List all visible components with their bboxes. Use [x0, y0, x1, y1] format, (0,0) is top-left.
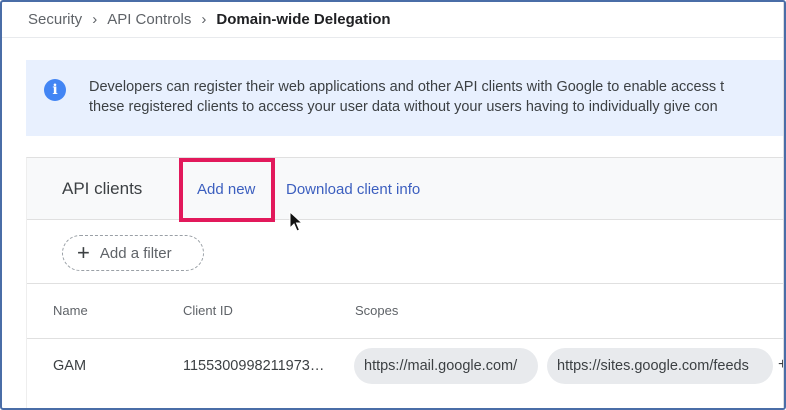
app-window: Security › API Controls › Domain-wide De… [0, 0, 786, 410]
info-icon: i [44, 79, 66, 101]
cell-name: GAM [53, 358, 87, 374]
add-filter-button[interactable]: + Add a filter [62, 235, 204, 271]
chevron-right-icon: › [92, 11, 98, 28]
cell-client-id: 1155300998211973… [183, 358, 325, 374]
chevron-right-icon: › [201, 11, 207, 28]
scope-chip: https://mail.google.com/ [354, 348, 538, 384]
breadcrumb-item-security[interactable]: Security [28, 11, 82, 28]
api-clients-card: API clients Add new Download client info… [26, 157, 784, 408]
scope-chip: https://sites.google.com/feeds [547, 348, 773, 384]
download-client-info-link[interactable]: Download client info [286, 181, 420, 198]
info-banner-line-2: these registered clients to access your … [89, 99, 718, 115]
breadcrumb-item-api-controls[interactable]: API Controls [107, 11, 191, 28]
info-banner: i Developers can register their web appl… [26, 60, 784, 136]
plus-icon: + [77, 240, 90, 265]
more-scopes-indicator[interactable]: + [778, 356, 784, 374]
add-filter-label: Add a filter [99, 244, 172, 262]
api-clients-title: API clients [62, 179, 143, 198]
column-header-client-id[interactable]: Client ID [183, 303, 233, 318]
column-header-scopes[interactable]: Scopes [355, 303, 398, 318]
filter-bar: + Add a filter [27, 220, 784, 284]
table-divider [27, 338, 784, 339]
api-clients-header: API clients Add new Download client info [27, 158, 784, 222]
info-banner-text: Developers can register their web applic… [89, 77, 724, 117]
column-header-name[interactable]: Name [53, 303, 88, 318]
breadcrumb-current: Domain-wide Delegation [216, 11, 391, 28]
highlight-annotation [179, 158, 275, 222]
info-banner-line-1: Developers can register their web applic… [89, 79, 725, 95]
mouse-cursor-icon [289, 211, 304, 232]
breadcrumb: Security › API Controls › Domain-wide De… [2, 2, 784, 38]
